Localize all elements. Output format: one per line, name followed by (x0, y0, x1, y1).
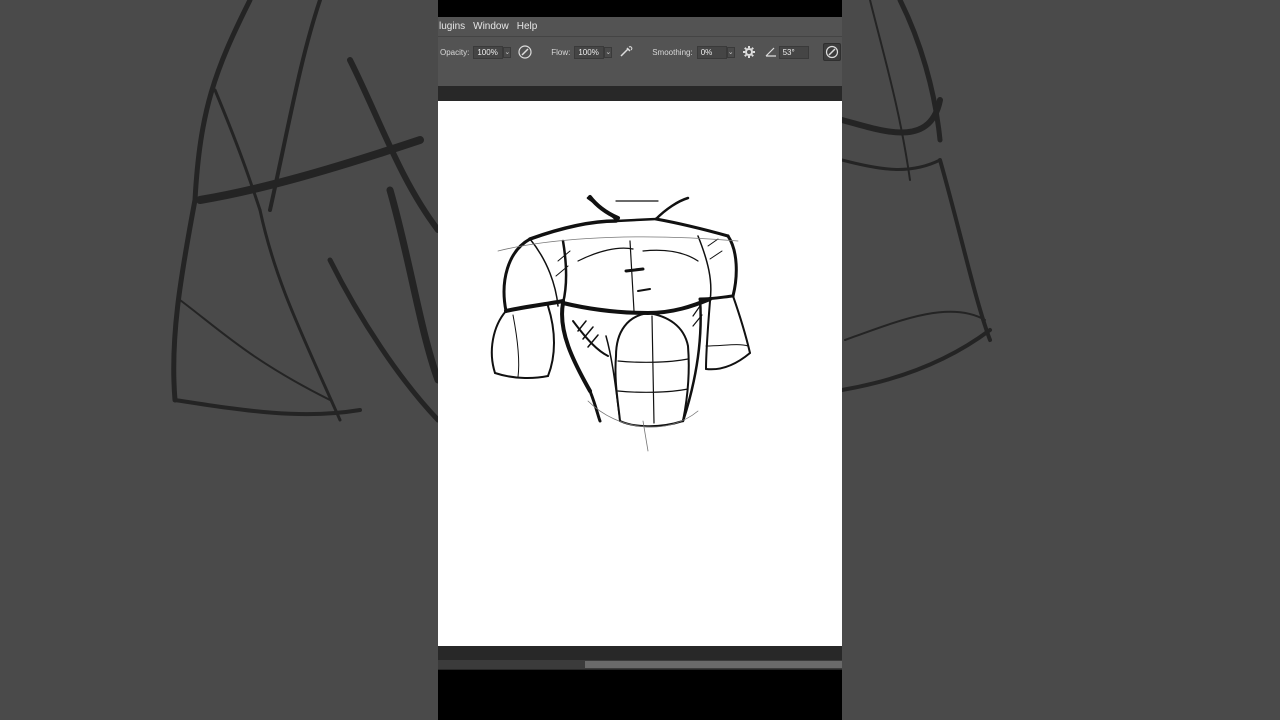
menu-plugins[interactable]: lugins (438, 21, 469, 32)
pen-pressure-size-icon[interactable] (822, 43, 841, 61)
smoothing-field[interactable]: 0% (696, 45, 727, 59)
menu-window[interactable]: Window (469, 21, 513, 32)
opacity-label: Opacity: (440, 47, 470, 57)
tool-options-bar: Opacity: 100% ⌄ Flow: 100% ⌄ Smoothing: … (438, 36, 842, 67)
smoothing-label: Smoothing: (652, 47, 693, 57)
torso-sketch (490, 195, 751, 452)
scrollbar-thumb[interactable] (585, 661, 842, 668)
horizontal-scrollbar[interactable] (438, 660, 842, 669)
opacity-dropdown[interactable]: ⌄ (503, 46, 512, 58)
flow-dropdown[interactable]: ⌄ (604, 46, 613, 58)
opacity-field[interactable]: 100% (473, 45, 504, 59)
document-tab-bar (438, 66, 842, 86)
screen-recording-frame: lugins Window Help Opacity: 100% ⌄ Flow:… (438, 0, 842, 720)
smoothing-dropdown[interactable]: ⌄ (726, 46, 735, 58)
angle-field[interactable]: 53° (778, 45, 809, 59)
airbrush-icon[interactable] (618, 44, 634, 60)
gear-icon[interactable] (741, 44, 757, 60)
flow-field[interactable]: 100% (574, 45, 605, 59)
angle-icon (765, 44, 777, 60)
ruler-strip (438, 86, 842, 101)
pen-pressure-icon[interactable] (517, 44, 533, 60)
menu-bar: lugins Window Help (438, 17, 842, 36)
menu-help[interactable]: Help (513, 21, 542, 32)
drawing-canvas[interactable] (438, 101, 842, 646)
flow-label: Flow: (551, 47, 571, 57)
